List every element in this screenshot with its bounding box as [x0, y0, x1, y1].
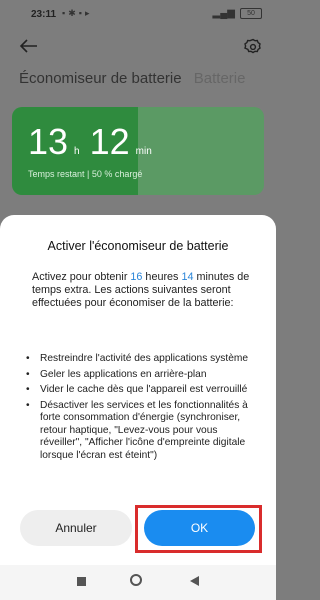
- media-icon: ▸: [84, 8, 90, 18]
- top-bar: [0, 30, 276, 64]
- tab-bar: Économiseur de batterie Batterie: [19, 70, 245, 87]
- dialog-intro: Activez pour obtenir 16 heures 14 minute…: [32, 271, 254, 310]
- dialog-title: Activer l'économiseur de batterie: [47, 239, 229, 253]
- list-item: • Restreindre l'activité des applications…: [26, 353, 254, 366]
- hours-unit: h: [74, 146, 80, 157]
- intro-minutes: 14: [181, 271, 194, 283]
- actions-list: • Restreindre l'activité des applications…: [26, 353, 254, 465]
- back-arrow-icon[interactable]: [18, 38, 38, 54]
- notification-icon: ▪: [78, 8, 82, 18]
- remaining-time-subtitle: Temps restant | 50 % chargé: [28, 169, 143, 179]
- bullet: •: [26, 399, 30, 411]
- remaining-minutes: 12: [89, 121, 130, 162]
- bullet: •: [26, 384, 30, 395]
- list-item-text: Désactiver les services et les fonctionn…: [40, 399, 248, 461]
- intro-text: heures: [142, 271, 182, 283]
- status-bar: 23:11 ▪ ✱ ▪ ▸ ▂▄▆ 50: [0, 0, 276, 30]
- signal-icon: ▂▄▆: [212, 8, 235, 19]
- tab-battery[interactable]: Batterie: [194, 70, 246, 87]
- notification-icon: ▪: [62, 8, 66, 18]
- battery-icon: 50: [240, 8, 262, 19]
- status-notification-icons: ▪ ✱ ▪ ▸: [62, 8, 89, 19]
- list-item: • Vider le cache dès que l'appareil est v…: [26, 384, 254, 397]
- intro-text: Activez pour obtenir: [32, 271, 131, 283]
- nav-home-icon[interactable]: [130, 574, 142, 586]
- bullet: •: [26, 368, 30, 380]
- bullet: •: [26, 353, 30, 364]
- navigation-bar: [0, 565, 276, 600]
- remaining-hours: 13: [28, 121, 69, 162]
- gear-icon[interactable]: [244, 38, 262, 56]
- cancel-button[interactable]: Annuler: [20, 510, 132, 546]
- highlight-box: [135, 505, 262, 553]
- list-item-text: Geler les applications en arrière-plan: [40, 368, 207, 380]
- list-item-text: Vider le cache dès que l'appareil est ve…: [40, 384, 248, 395]
- list-item-text: Restreindre l'activité des applications …: [40, 353, 249, 364]
- settings-icon: ✱: [68, 8, 76, 18]
- status-time: 23:11: [31, 9, 57, 20]
- list-item: • Désactiver les services et les fonction…: [26, 400, 254, 463]
- minutes-unit: min: [135, 146, 152, 157]
- nav-recents-icon[interactable]: [77, 577, 86, 586]
- intro-hours: 16: [130, 271, 143, 283]
- list-item: • Geler les applications en arrière-plan: [26, 369, 254, 382]
- remaining-time-card: 13 h 12 min Temps restant | 50 % chargé: [12, 107, 264, 195]
- nav-back-icon[interactable]: [190, 576, 199, 586]
- remaining-time: 13 h 12 min: [28, 121, 162, 163]
- status-system-icons: ▂▄▆ 50: [213, 8, 262, 19]
- tab-battery-saver[interactable]: Économiseur de batterie: [19, 70, 182, 87]
